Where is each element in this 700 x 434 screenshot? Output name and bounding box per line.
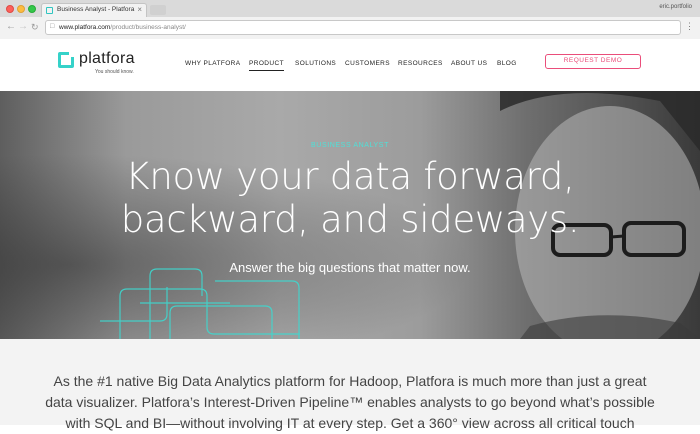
- hero-title-line-2: backward, and sideways.: [120, 198, 580, 241]
- tab-bar: Business Analyst - Platfora × eric.portf…: [0, 0, 700, 17]
- nav-product[interactable]: PRODUCT: [249, 60, 284, 71]
- hero-subtitle: Answer the big questions that matter now…: [229, 260, 471, 275]
- page-info-icon[interactable]: □: [50, 23, 54, 30]
- tab-close-icon[interactable]: ×: [137, 5, 142, 14]
- close-window-button[interactable]: [6, 5, 14, 13]
- address-bar[interactable]: □ www.platfora.com/product/business-anal…: [45, 20, 681, 35]
- hero-title-line-1: Know your data forward,: [125, 155, 575, 198]
- minimize-window-button[interactable]: [17, 5, 25, 13]
- nav-customers[interactable]: CUSTOMERS: [345, 60, 390, 67]
- browser-menu-icon[interactable]: ⋮: [685, 21, 694, 32]
- reload-icon[interactable]: ↻: [31, 22, 39, 33]
- request-demo-button[interactable]: REQUEST DEMO: [545, 54, 641, 69]
- browser-tab[interactable]: Business Analyst - Platfora ×: [41, 3, 147, 17]
- nav-about-us[interactable]: ABOUT US: [451, 60, 487, 67]
- hero-title: Know your data forward, backward, and si…: [0, 155, 700, 241]
- maximize-window-button[interactable]: [28, 5, 36, 13]
- tab-title: Business Analyst - Platfora: [57, 6, 135, 13]
- platfora-favicon-icon: [46, 7, 53, 14]
- url-path: /product/business-analyst/: [110, 24, 186, 31]
- back-arrow-icon[interactable]: ←: [6, 21, 16, 32]
- logo-name[interactable]: platfora: [79, 50, 135, 68]
- url-text[interactable]: www.platfora.com/product/business-analys…: [59, 24, 186, 31]
- logo-tagline: You should know.: [95, 69, 134, 75]
- browser-chrome: Business Analyst - Platfora × eric.portf…: [0, 0, 700, 39]
- url-host: www.platfora.com: [59, 24, 111, 31]
- nav-blog[interactable]: BLOG: [497, 60, 517, 67]
- nav-resources[interactable]: RESOURCES: [398, 60, 443, 67]
- hero-eyebrow: BUSINESS ANALYST: [311, 142, 389, 149]
- new-tab-button[interactable]: [150, 5, 166, 15]
- site-header: platfora You should know. WHY PLATFORA P…: [0, 40, 700, 91]
- nav-solutions[interactable]: SOLUTIONS: [295, 60, 336, 67]
- nav-why-platfora[interactable]: WHY PLATFORA: [185, 60, 240, 67]
- forward-arrow-icon[interactable]: →: [18, 21, 28, 32]
- platfora-logo-icon[interactable]: [58, 49, 77, 68]
- pipeline-lines-graphic: [100, 268, 300, 339]
- intro-section: As the #1 native Big Data Analytics plat…: [0, 339, 700, 431]
- hero-banner: BUSINESS ANALYST Know your data forward,…: [0, 91, 700, 339]
- browser-toolbar: ← → ↻ □ www.platfora.com/product/busines…: [0, 17, 700, 39]
- profile-name[interactable]: eric.portfolio: [659, 4, 692, 10]
